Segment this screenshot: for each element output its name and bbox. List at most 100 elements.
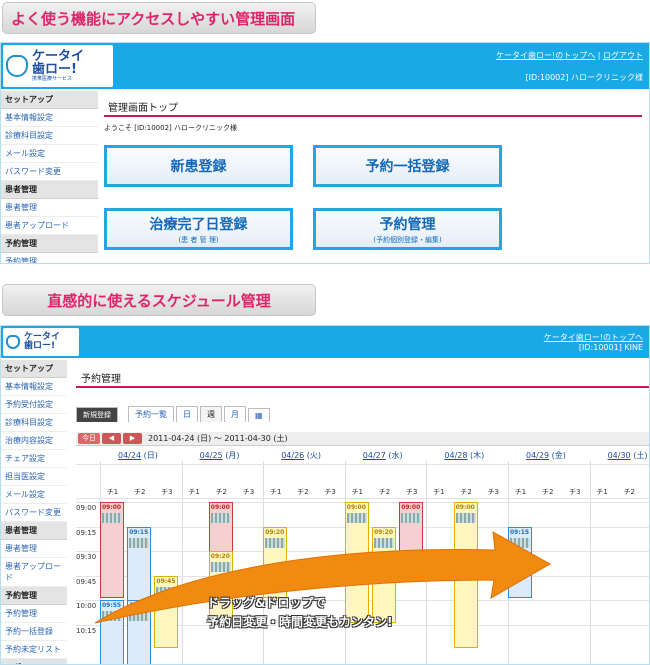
top-bar: ケータイ 歯ロー! 携帯医療サービス ケータイ歯ロー!のトップへ | ログアウト […	[1, 43, 649, 89]
patient-thumbnail	[401, 513, 422, 523]
sidebar-item[interactable]: 診療科目設定	[1, 414, 67, 432]
chair-header: チ2	[460, 488, 472, 496]
day-header[interactable]: 04/24 (日)	[118, 450, 158, 461]
page-title: 予約管理	[81, 374, 121, 385]
sidebar-item[interactable]: パスワード変更	[1, 163, 98, 181]
title-underline	[104, 115, 642, 117]
sidebar-item[interactable]: 予約受付設定	[1, 396, 67, 414]
today-button[interactable]: 今日	[78, 433, 100, 444]
title-underline	[76, 386, 649, 388]
chair-header: チ1	[514, 488, 527, 496]
chair-header: チ2	[541, 488, 554, 496]
chair-header: チ2	[297, 488, 309, 496]
day-header[interactable]: 04/25 (月)	[200, 450, 240, 461]
sidebar-item[interactable]: 予約一括登録	[1, 623, 67, 641]
grid-line	[76, 498, 649, 499]
logo-text: ケータイ 歯ロー! 携帯医療サービス	[32, 48, 85, 83]
user-id-label: [ID:10002] ハロークリニック様	[525, 73, 643, 82]
tooth-icon	[6, 335, 20, 349]
bulk-reservation-button[interactable]: 予約一括登録	[313, 145, 502, 187]
sidebar-item[interactable]: 診療科目設定	[1, 127, 98, 145]
logo-text: ケータイ 歯ロー!	[24, 331, 61, 351]
welcome-text: ようこそ [ID:10002] ハロークリニック様	[104, 124, 237, 132]
sidebar-item[interactable]: 基本情報設定	[1, 378, 67, 396]
next-week-button[interactable]: ▶	[123, 433, 142, 444]
sidebar-item[interactable]: 担当医設定	[1, 468, 67, 486]
view-tabs: 新規登録 予約一覧 日 週 月 ▦	[76, 406, 272, 422]
chair-header: チ1	[596, 488, 608, 496]
tab-week[interactable]: 週	[200, 406, 222, 422]
date-range: 2011-04-24 (日) 〜 2011-04-30 (土)	[148, 434, 288, 443]
section-heading-text: よく使う機能にアクセスしやすい管理画面	[11, 9, 296, 28]
appointment-time: 09:00	[455, 504, 475, 511]
chair-header: チ3	[487, 488, 500, 496]
chair-header: チ1	[433, 488, 445, 496]
chair-header: チ1	[188, 488, 200, 496]
section-heading-text: 直感的に使えるスケジュール管理	[47, 291, 271, 310]
sidebar-section-header: 患者管理	[1, 522, 67, 540]
day-header[interactable]: 04/26 (火)	[281, 450, 321, 461]
sidebar: セットアップ 基本情報設定 予約受付設定 診療科目設定 治療内容設定 チェア設定 担当医設定…	[1, 360, 67, 664]
sidebar-item[interactable]: メール設定	[1, 486, 67, 504]
sidebar-item[interactable]: 基本情報設定	[1, 109, 98, 127]
treatment-complete-button[interactable]: 治療完了日登録 (患 者 管 理)	[104, 208, 293, 250]
sidebar-section-header: 患者管理	[1, 181, 98, 199]
appointment-time: 09:00	[346, 504, 366, 511]
new-reservation-button[interactable]: 新規登録	[76, 407, 118, 422]
sidebar-item[interactable]: 治療内容設定	[1, 432, 67, 450]
app-logo[interactable]: ケータイ 歯ロー!	[3, 328, 79, 356]
patient-thumbnail	[210, 513, 231, 523]
chair-header: チ2	[378, 488, 391, 496]
logout-link[interactable]: ログアウト	[603, 51, 643, 60]
chair-header: チ2	[623, 488, 636, 496]
tooth-icon	[6, 55, 28, 77]
sidebar-item[interactable]: 予約管理	[1, 253, 98, 263]
top-bar: ケータイ 歯ロー! ケータイ歯ロー!のトップへ [ID:10001] KINE	[1, 326, 649, 358]
top-page-link[interactable]: ケータイ歯ロー!のトップへ	[496, 51, 595, 60]
day-header[interactable]: 04/28 (木)	[444, 450, 484, 461]
time-label: 10:15	[76, 627, 97, 635]
sidebar-section-header: 予約管理	[1, 235, 98, 253]
prev-week-button[interactable]: ◀	[102, 433, 121, 444]
sidebar-item[interactable]: 患者管理	[1, 199, 98, 217]
app-logo[interactable]: ケータイ 歯ロー! 携帯医療サービス	[3, 45, 113, 87]
page-title: 管理画面トップ	[108, 103, 178, 114]
sidebar-item[interactable]: 予約管理	[1, 605, 67, 623]
section-heading-schedule: 直感的に使えるスケジュール管理	[2, 284, 316, 316]
admin-panel-screenshot: ケータイ 歯ロー! 携帯医療サービス ケータイ歯ロー!のトップへ | ログアウト […	[0, 42, 650, 264]
top-page-link[interactable]: ケータイ歯ロー!のトップへ	[544, 332, 643, 343]
new-patient-button[interactable]: 新患登録	[104, 145, 293, 187]
chair-header: チ3	[405, 488, 418, 496]
sidebar-item[interactable]: 患者アップロード	[1, 558, 67, 587]
tab-day[interactable]: 日	[176, 406, 198, 422]
patient-thumbnail	[102, 513, 122, 523]
section-heading-admin: よく使う機能にアクセスしやすい管理画面	[2, 2, 316, 34]
time-label: 09:00	[76, 504, 97, 512]
time-label: 09:15	[76, 528, 97, 537]
tab-month[interactable]: 月	[224, 406, 246, 422]
appointment-time: 09:00	[102, 504, 122, 511]
tab-list[interactable]: 予約一覧	[128, 406, 174, 422]
sidebar-item[interactable]: メール設定	[1, 145, 98, 163]
patient-thumbnail	[455, 513, 476, 523]
drag-drop-annotation: ドラッグ&ドロップで 予約日変更・時間変更もカンタン!	[207, 596, 393, 629]
day-header[interactable]: 04/29 (金)	[526, 450, 566, 461]
sidebar-item[interactable]: 予約未定リスト	[1, 641, 67, 659]
sidebar-item[interactable]: 患者アップロード	[1, 217, 98, 235]
chair-header: チ1	[269, 488, 282, 496]
chair-header: チ1	[106, 488, 119, 496]
time-label: 09:30	[76, 553, 97, 562]
day-header[interactable]: 04/27 (水)	[363, 450, 403, 461]
appointment-time: 09:00	[210, 504, 230, 511]
grid-line	[76, 464, 649, 465]
user-id-label: [ID:10001] KINE	[578, 343, 643, 352]
calendar-icon[interactable]: ▦	[248, 408, 270, 422]
sidebar-item[interactable]: 患者管理	[1, 540, 67, 558]
day-header[interactable]: 04/30 (土)	[608, 450, 648, 461]
chair-header: チ2	[215, 488, 228, 496]
chair-header: チ2	[133, 488, 146, 496]
sidebar-item[interactable]: パスワード変更	[1, 504, 67, 522]
reservation-manage-button[interactable]: 予約管理 (予約個別登録・編集)	[313, 208, 502, 250]
sidebar-item[interactable]: チェア設定	[1, 450, 67, 468]
chair-header: チ3	[161, 488, 173, 496]
